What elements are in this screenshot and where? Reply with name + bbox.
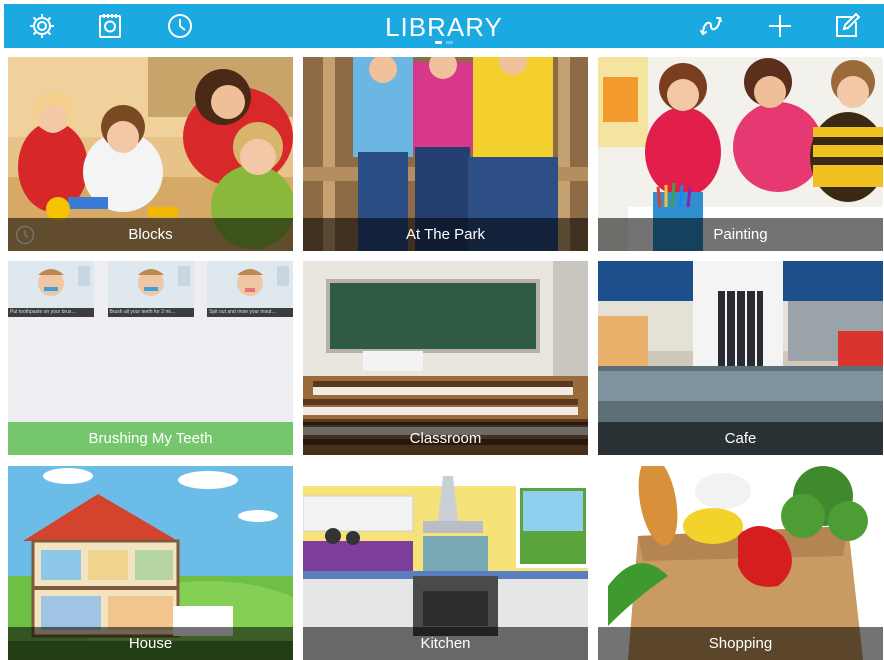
tile-label: Cafe <box>598 422 883 455</box>
step-thumbnail: Brush all your teeth for 2 mi… <box>107 261 194 317</box>
tile-label: Kitchen <box>303 627 588 660</box>
step-thumbnails: Put toothpaste on your brus… Brush all y… <box>8 261 293 319</box>
tile-kitchen[interactable]: Kitchen <box>303 466 588 660</box>
page-title: LIBRARY <box>385 12 503 42</box>
tile-label: House <box>8 627 293 660</box>
step-thumbnail: Spit out and rinse your mout… <box>207 261 293 317</box>
page-indicator <box>435 41 453 44</box>
tile-painting[interactable]: Painting <box>598 57 883 251</box>
top-bar: LIBRARY <box>4 4 884 48</box>
compose-icon[interactable] <box>830 10 862 42</box>
tile-blocks[interactable]: Blocks <box>8 57 293 251</box>
tile-cafe[interactable]: Cafe <box>598 261 883 455</box>
tile-at-the-park[interactable]: At The Park <box>303 57 588 251</box>
tile-label: At The Park <box>303 218 588 251</box>
tile-classroom[interactable]: Classroom <box>303 261 588 455</box>
page-dot <box>446 41 453 44</box>
step-thumbnail: Put toothpaste on your brus… <box>8 261 94 317</box>
tile-label: Blocks <box>8 218 293 251</box>
tile-brushing-my-teeth[interactable]: Put toothpaste on your brus… Brush all y… <box>8 261 293 455</box>
tile-label: Painting <box>598 218 883 251</box>
tile-label: Classroom <box>303 422 588 455</box>
tile-house[interactable]: House <box>8 466 293 660</box>
tile-label: Brushing My Teeth <box>8 422 293 455</box>
tile-shopping[interactable]: Shopping <box>598 466 883 660</box>
tile-label: Shopping <box>598 627 883 660</box>
plus-icon[interactable] <box>764 10 796 42</box>
sync-icon[interactable] <box>696 10 728 42</box>
page-dot-active <box>435 41 442 44</box>
